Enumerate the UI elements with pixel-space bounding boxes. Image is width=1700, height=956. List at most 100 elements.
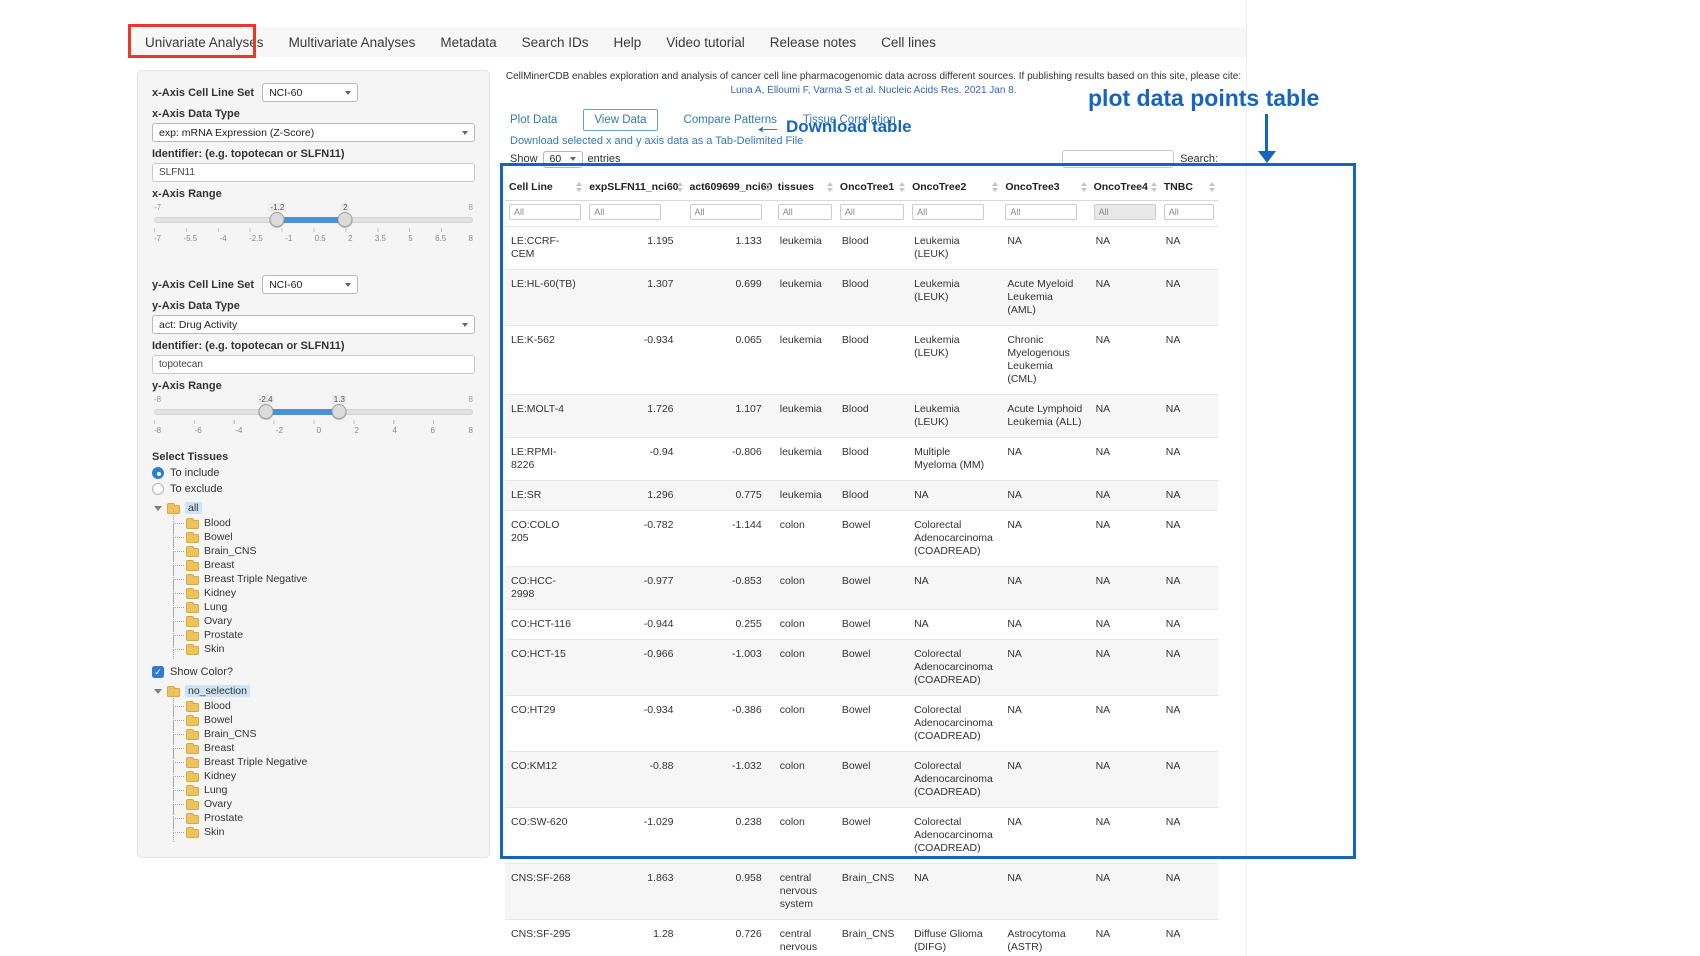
- radio-unchecked-icon[interactable]: [152, 483, 164, 495]
- table-row[interactable]: LE:CCRF-CEM 1.195 1.133 leukemia Blood L…: [505, 227, 1218, 270]
- tree-root-all[interactable]: all: [154, 500, 475, 516]
- nav-item[interactable]: Multivariate Analyses: [289, 35, 416, 50]
- tree-collapse-icon[interactable]: [154, 689, 162, 694]
- sort-icon[interactable]: [992, 182, 998, 192]
- nav-item[interactable]: Cell lines: [881, 35, 936, 50]
- tree-item[interactable]: Brain_CNS: [168, 544, 475, 558]
- tree-item[interactable]: Blood: [168, 699, 475, 713]
- x-identifier-input[interactable]: [152, 163, 475, 182]
- tree-item[interactable]: Bowel: [168, 530, 475, 544]
- tree-item[interactable]: Prostate: [168, 628, 475, 642]
- tree-item[interactable]: Ovary: [168, 614, 475, 628]
- y-slider-handle-low[interactable]: [258, 404, 273, 419]
- search-input[interactable]: [1062, 150, 1174, 168]
- tree-item[interactable]: Lung: [168, 783, 475, 797]
- tree-item[interactable]: Skin: [168, 642, 475, 656]
- column-filter-input[interactable]: [1094, 204, 1156, 220]
- x-range-slider[interactable]: -7 8 -1.2 2 -7-5.5-4-2.5-10.523.556.58: [154, 203, 473, 245]
- tree-item[interactable]: Kidney: [168, 769, 475, 783]
- tree-root-no-selection[interactable]: no_selection: [154, 683, 475, 699]
- tree-item[interactable]: Breast: [168, 558, 475, 572]
- to-include-option[interactable]: To include: [152, 467, 475, 479]
- column-filter-input[interactable]: [690, 204, 762, 220]
- tree-item[interactable]: Brain_CNS: [168, 727, 475, 741]
- column-filter-input[interactable]: [509, 204, 581, 220]
- entries-select[interactable]: 60: [543, 151, 583, 168]
- table-row[interactable]: CO:COLO 205 -0.782 -1.144 colon Bowel Co…: [505, 511, 1218, 567]
- table-row[interactable]: LE:SR 1.296 0.775 leukemia Blood NA NA N…: [505, 481, 1218, 511]
- sort-icon[interactable]: [1081, 182, 1087, 192]
- tree-item[interactable]: Blood: [168, 516, 475, 530]
- y-range-slider[interactable]: -8 8 -2.4 1.3 -8-6-4-202468: [154, 395, 473, 437]
- column-header[interactable]: OncoTree1: [836, 174, 908, 201]
- tree-item[interactable]: Breast: [168, 741, 475, 755]
- tab-view-data[interactable]: View Data: [583, 109, 657, 131]
- nav-item[interactable]: Release notes: [770, 35, 856, 50]
- tree-item[interactable]: Breast Triple Negative: [168, 572, 475, 586]
- table-row[interactable]: CNS:SF-295 1.28 0.726 central nervous sy…: [505, 920, 1218, 956]
- table-row[interactable]: CNS:SF-268 1.863 0.958 central nervous s…: [505, 864, 1218, 920]
- column-header[interactable]: OncoTree4: [1090, 174, 1160, 201]
- y-cell-line-set-select[interactable]: NCI-60: [262, 275, 358, 294]
- column-header[interactable]: act609699_nci60: [686, 174, 774, 201]
- checkbox-checked-icon[interactable]: ✓: [152, 666, 164, 678]
- tree-item[interactable]: Lung: [168, 600, 475, 614]
- table-row[interactable]: CO:HT29 -0.934 -0.386 colon Bowel Colore…: [505, 696, 1218, 752]
- sort-icon[interactable]: [899, 182, 905, 192]
- y-slider-handle-high[interactable]: [332, 404, 347, 419]
- nav-item[interactable]: Video tutorial: [666, 35, 745, 50]
- tree-item[interactable]: Kidney: [168, 586, 475, 600]
- sort-icon[interactable]: [576, 182, 582, 192]
- x-slider-handle-low[interactable]: [270, 212, 285, 227]
- tab-tissue-correlation[interactable]: Tissue Correlation: [803, 110, 896, 130]
- column-header[interactable]: expSLFN11_nci60: [585, 174, 685, 201]
- sort-icon[interactable]: [677, 182, 683, 192]
- table-row[interactable]: CO:KM12 -0.88 -1.032 colon Bowel Colorec…: [505, 752, 1218, 808]
- column-header[interactable]: Cell Line: [505, 174, 585, 201]
- column-header[interactable]: tissues: [774, 174, 836, 201]
- sort-icon[interactable]: [1151, 182, 1157, 192]
- table-row[interactable]: CO:HCC-2998 -0.977 -0.853 colon Bowel NA…: [505, 567, 1218, 610]
- column-header[interactable]: TNBC: [1160, 174, 1218, 201]
- sort-icon[interactable]: [1209, 182, 1215, 192]
- table-row[interactable]: LE:RPMI-8226 -0.94 -0.806 leukemia Blood…: [505, 438, 1218, 481]
- column-filter-input[interactable]: [1005, 204, 1077, 220]
- show-color-option[interactable]: ✓ Show Color?: [152, 666, 475, 678]
- citation-link[interactable]: Luna A, Elloumi F, Varma S et al. Nuclei…: [500, 84, 1247, 98]
- table-row[interactable]: CO:HCT-15 -0.966 -1.003 colon Bowel Colo…: [505, 640, 1218, 696]
- column-filter-input[interactable]: [1164, 204, 1214, 220]
- table-row[interactable]: CO:HCT-116 -0.944 0.255 colon Bowel NA N…: [505, 610, 1218, 640]
- y-data-type-select[interactable]: act: Drug Activity: [152, 315, 475, 334]
- radio-checked-icon[interactable]: [152, 467, 164, 479]
- tree-item[interactable]: Skin: [168, 825, 475, 839]
- sort-icon[interactable]: [827, 182, 833, 192]
- column-filter-input[interactable]: [840, 204, 904, 220]
- to-exclude-option[interactable]: To exclude: [152, 483, 475, 495]
- column-filter-input[interactable]: [912, 204, 984, 220]
- nav-item[interactable]: Metadata: [440, 35, 496, 50]
- nav-item[interactable]: Search IDs: [522, 35, 589, 50]
- y-identifier-input[interactable]: [152, 355, 475, 374]
- table-row[interactable]: CO:SW-620 -1.029 0.238 colon Bowel Color…: [505, 808, 1218, 864]
- nav-item[interactable]: Help: [613, 35, 641, 50]
- tree-item[interactable]: Prostate: [168, 811, 475, 825]
- x-cell-line-set-select[interactable]: NCI-60: [262, 83, 358, 102]
- download-link[interactable]: Download selected x and y axis data as a…: [510, 135, 1247, 147]
- tab-plot-data[interactable]: Plot Data: [510, 110, 557, 130]
- column-filter-input[interactable]: [778, 204, 832, 220]
- tree-item[interactable]: Ovary: [168, 797, 475, 811]
- x-slider-handle-high[interactable]: [338, 212, 353, 227]
- table-row[interactable]: LE:K-562 -0.934 0.065 leukemia Blood Leu…: [505, 326, 1218, 395]
- nav-item[interactable]: Univariate Analyses: [145, 35, 264, 50]
- tree-collapse-icon[interactable]: [154, 506, 162, 511]
- x-data-type-select[interactable]: exp: mRNA Expression (Z-Score): [152, 123, 475, 142]
- column-header[interactable]: OncoTree2: [908, 174, 1001, 201]
- table-row[interactable]: LE:MOLT-4 1.726 1.107 leukemia Blood Leu…: [505, 395, 1218, 438]
- column-filter-input[interactable]: [589, 204, 661, 220]
- tab-compare-patterns[interactable]: Compare Patterns: [684, 110, 777, 130]
- column-header[interactable]: OncoTree3: [1001, 174, 1089, 201]
- table-row[interactable]: LE:HL-60(TB) 1.307 0.699 leukemia Blood …: [505, 270, 1218, 326]
- tree-item[interactable]: Bowel: [168, 713, 475, 727]
- sort-icon[interactable]: [765, 182, 771, 192]
- tree-item[interactable]: Breast Triple Negative: [168, 755, 475, 769]
